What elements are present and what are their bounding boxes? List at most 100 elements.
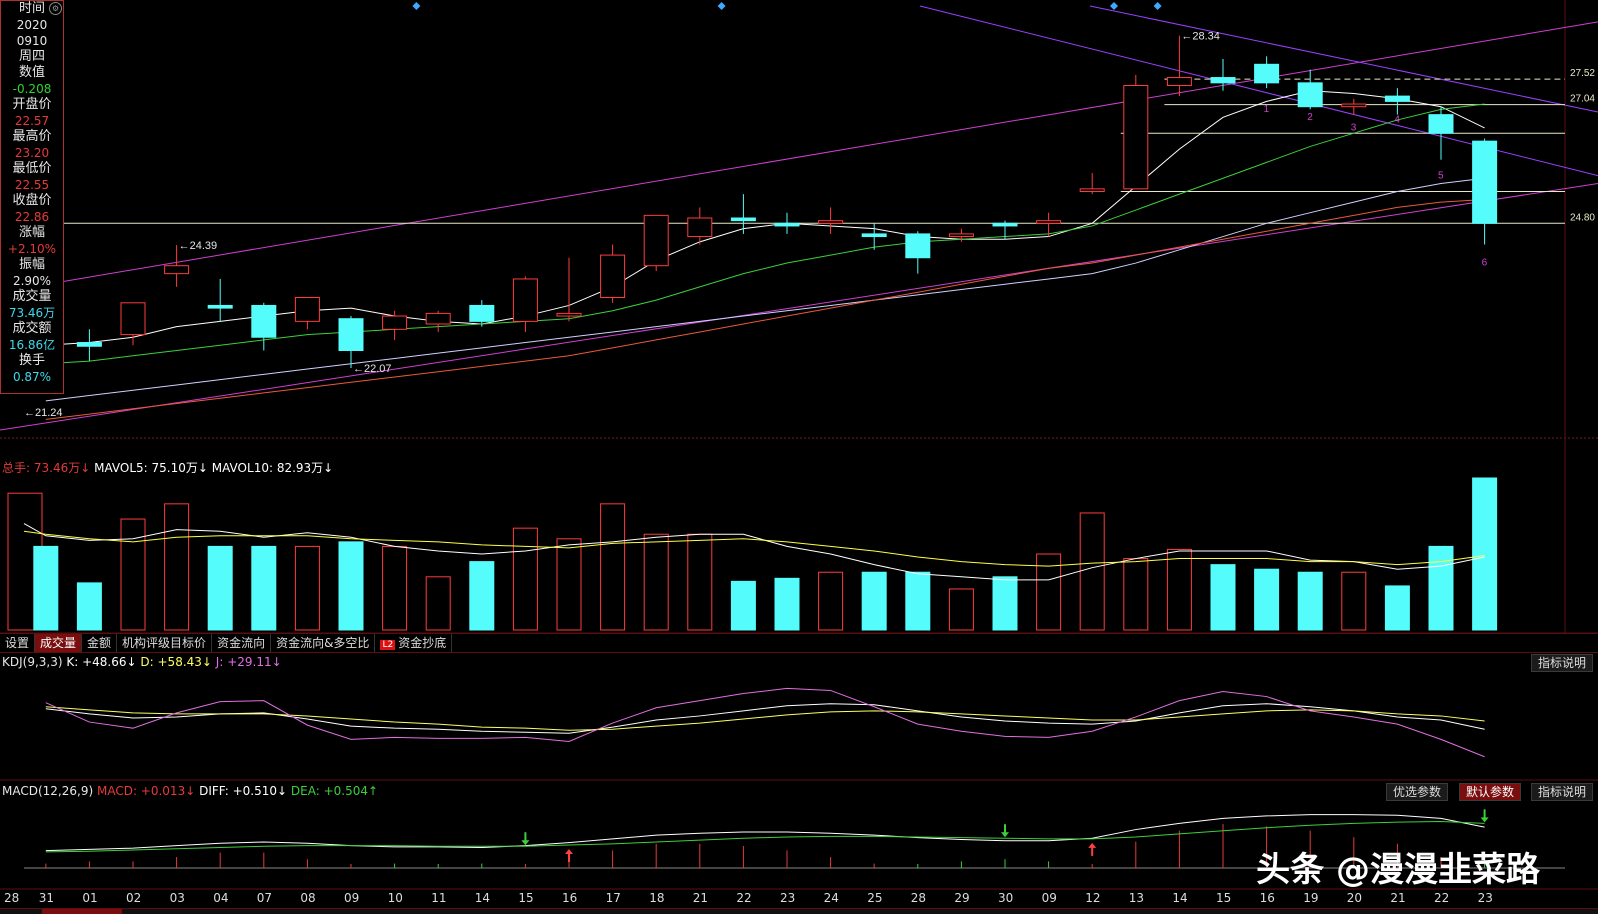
candle-body (1341, 103, 1367, 108)
date-tick-label: 11 (431, 891, 447, 905)
candle-body (120, 302, 146, 336)
tab-4[interactable]: 资金流向 (212, 634, 272, 652)
kdj-d-line (45, 706, 1485, 731)
mavol10-label: MAVOL10: 82.93万↓ (211, 461, 334, 475)
tab-5[interactable]: 资金流向&多空比 (271, 634, 376, 652)
date-tick-label: 02 (126, 891, 142, 905)
kdj-k-value: K: +48.66↓ (66, 655, 137, 669)
tab-label: 资金流向&多空比 (276, 636, 370, 650)
date-tick-label: 04 (213, 891, 229, 905)
volume-bar (1123, 558, 1149, 631)
volume-bar (1428, 545, 1454, 631)
tab-label: 机构评级目标价 (122, 636, 207, 650)
tab-label: 设置 (5, 636, 30, 650)
info-label: 开盘价 (12, 97, 52, 112)
volume-bar (512, 527, 538, 631)
info-value: 0910 (16, 34, 48, 48)
tab-3[interactable]: 机构评级目标价 (117, 634, 213, 652)
date-tick-label: 01 (82, 891, 98, 905)
volume-ma10-line (23, 530, 1485, 567)
candle-body (1166, 77, 1192, 87)
date-tick-label: 29 (954, 891, 970, 905)
bottom-tab-active[interactable] (42, 909, 122, 914)
wave-count-label: 3 (1351, 123, 1357, 134)
sell-arrow-icon (1480, 809, 1489, 823)
volume-bar (1341, 571, 1367, 631)
info-label: 周四 (18, 49, 45, 64)
quote-info-panel: ⚙ 时间 2020 0910 周四 数值 -0.208 开盘价 22.57 最高价 23.20 最低… (0, 0, 64, 394)
macd-header: MACD(12,26,9) MACD: +0.013↓ DIFF: +0.510… (2, 784, 378, 798)
date-tick-label: 17 (605, 891, 621, 905)
date-tick-label: 30 (998, 891, 1014, 905)
date-tick-label: 08 (300, 891, 316, 905)
candle-body (818, 220, 844, 224)
tab-label: 金额 (87, 636, 112, 650)
candle-body (1036, 220, 1062, 224)
tab-2[interactable]: 金额 (82, 634, 118, 652)
volume-bar (1297, 571, 1323, 631)
kdj-header: KDJ(9,3,3) K: +48.66↓ D: +58.43↓ J: +29.… (2, 655, 282, 669)
date-tick-label: 28 (4, 891, 20, 905)
preferred-params-button[interactable]: 优选参数 (1386, 783, 1449, 801)
kdj-d-value: D: +58.43↓ (140, 655, 212, 669)
volume-bar (294, 545, 320, 631)
tab-6[interactable]: L2 资金抄底 (375, 634, 453, 652)
candle-body (76, 342, 102, 347)
date-tick-label: 16 (1259, 891, 1275, 905)
info-value: 22.55 (14, 178, 50, 192)
date-axis: 28 31 01 02 03 04 07 08 09 10 11 14 15 16 17 18 21 22 23 24… (0, 891, 1598, 907)
volume-bar (76, 582, 102, 631)
gear-icon[interactable]: ⚙ (49, 2, 62, 15)
volume-bar (425, 576, 451, 631)
tab-label: 资金抄底 (398, 636, 447, 650)
default-params-button[interactable]: 默认参数 (1459, 783, 1522, 801)
candle-body (1472, 140, 1498, 224)
date-tick-label: 16 (562, 891, 578, 905)
volume-bar (207, 545, 233, 631)
date-tick-label: 31 (38, 891, 55, 905)
volume-bar (1384, 585, 1410, 631)
bottom-tab-strip (0, 908, 1598, 914)
date-tick-label: 15 (1216, 891, 1232, 905)
candle-body (425, 312, 451, 325)
event-diamond-icon (1153, 2, 1162, 10)
trendline-lower (0, 183, 1598, 431)
extreme-price-label: ←22.07 (353, 363, 392, 375)
macd-value: MACD: +0.013↓ (96, 784, 196, 798)
volume-bar (1166, 548, 1192, 631)
volume-total-value: 73.46万↓ (33, 461, 91, 475)
volume-bar (730, 580, 756, 631)
date-tick-label: 21 (1390, 891, 1406, 905)
macd-dea-value: DEA: +0.504↑ (290, 784, 379, 798)
date-tick-label: 18 (649, 891, 665, 905)
info-value: +2.10% (7, 242, 57, 256)
info-label: 成交额 (12, 321, 52, 336)
trendline-descending-2 (1089, 5, 1598, 113)
candle-body (469, 304, 495, 322)
date-tick-label: 19 (1303, 891, 1319, 905)
volume-bar (1254, 568, 1280, 631)
price-ma-line-2 (45, 177, 1485, 402)
volume-bar (1472, 477, 1498, 631)
tab-1[interactable]: 成交量 (35, 634, 83, 652)
wave-count-label: 4 (1394, 115, 1400, 126)
info-label: 最高价 (12, 129, 52, 144)
macd-explain-button[interactable]: 指标说明 (1531, 783, 1594, 801)
volume-bar (382, 545, 408, 631)
info-label: 数值 (18, 65, 45, 80)
date-tick-label: 13 (1128, 891, 1145, 905)
candle-body (294, 297, 320, 322)
wave-count-label: 6 (1482, 258, 1488, 269)
candle-body (1297, 82, 1323, 108)
candle-body (774, 222, 800, 227)
date-tick-label: 24 (823, 891, 839, 905)
tab-0[interactable]: 设置 (0, 634, 36, 652)
extreme-price-label: ←24.39 (179, 240, 218, 252)
kdj-explain-button[interactable]: 指标说明 (1531, 654, 1594, 672)
wave-count-label: 5 (1438, 170, 1444, 181)
info-label: 换手 (18, 353, 45, 368)
event-diamond-icon (1110, 2, 1118, 10)
candle-body (164, 265, 190, 275)
candle-body (1428, 114, 1454, 134)
event-diamond-icon (717, 2, 726, 10)
